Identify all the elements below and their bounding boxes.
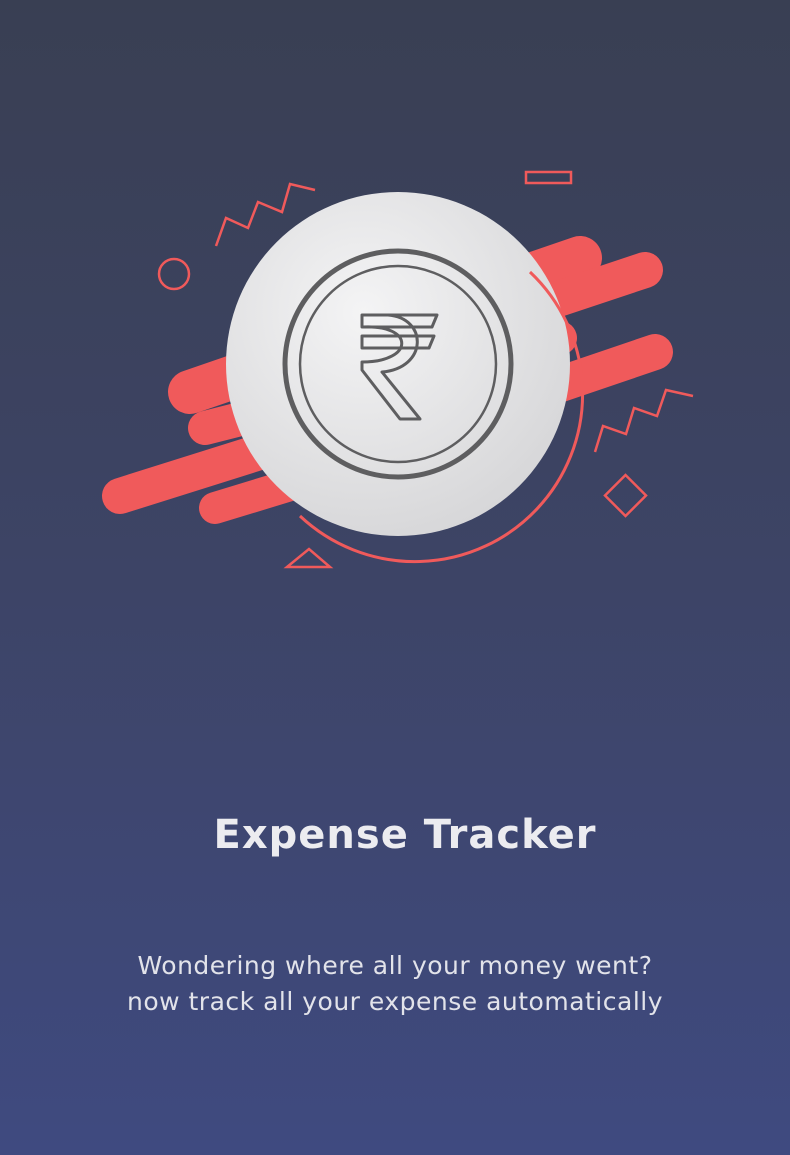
description-line-1: Wondering where all your money went?: [137, 951, 653, 980]
description-line-2: now track all your expense automatically: [126, 987, 664, 1016]
zigzag-right-icon: [593, 388, 694, 453]
rupee-coin-icon: [226, 192, 585, 564]
diamond-outline-icon: [603, 473, 648, 518]
page-title: Expense Tracker: [213, 812, 597, 858]
triangle-outline-icon: [283, 547, 334, 569]
bar-outline-icon: [524, 170, 573, 185]
hero-illustration: [0, 0, 790, 620]
ring-outline-icon: [157, 257, 191, 291]
page-description: Wondering where all your money went? now…: [0, 948, 790, 1020]
